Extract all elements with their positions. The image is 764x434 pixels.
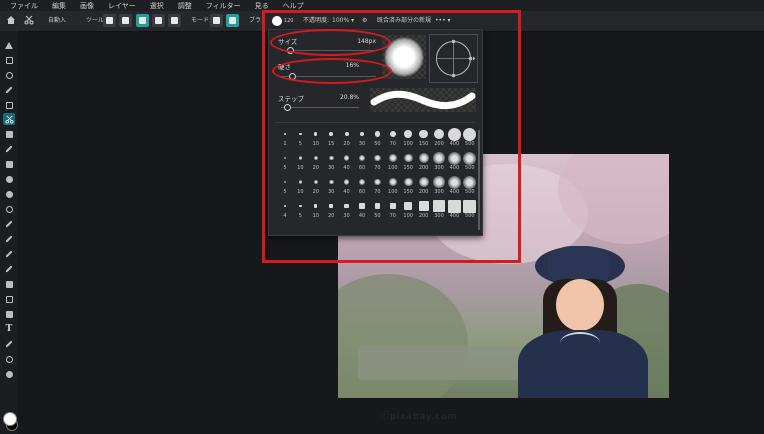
drop-icon[interactable] [3, 173, 15, 185]
tool-option-5-button[interactable] [168, 14, 181, 27]
home-icon[interactable] [6, 15, 16, 27]
bucket-icon[interactable] [3, 278, 15, 290]
mode-label: モード: [191, 17, 212, 24]
gradient-icon[interactable] [3, 293, 15, 305]
tool-option-4-button[interactable] [152, 14, 165, 27]
tool-option-2-button[interactable] [119, 14, 132, 27]
crop-icon[interactable] [3, 99, 15, 111]
eyedropper-icon[interactable] [3, 338, 15, 350]
color-replace-icon[interactable] [3, 263, 15, 275]
menu-edit[interactable]: 編集 [44, 1, 72, 11]
size-highlight-oval [270, 29, 391, 56]
auto-select-label: 自動入 [48, 17, 67, 24]
menu-file[interactable]: ファイル [0, 1, 44, 11]
magic-wand-icon[interactable] [3, 84, 15, 96]
brush-icon[interactable] [3, 233, 15, 245]
select-icon[interactable] [3, 39, 15, 51]
photo-credit: ⓒpixabay.com [380, 412, 458, 422]
text-icon[interactable]: T [3, 323, 15, 335]
bandage-icon[interactable] [3, 143, 15, 155]
pencil-icon[interactable] [3, 218, 15, 230]
mode-1-button[interactable] [210, 14, 223, 27]
menu-image[interactable]: 画像 [72, 1, 100, 11]
eraser-icon[interactable] [3, 248, 15, 260]
mode-2-button[interactable] [226, 14, 239, 27]
collar-line [560, 332, 600, 354]
zoom-icon[interactable] [3, 353, 15, 365]
menu-select[interactable]: 選択 [142, 1, 170, 11]
marquee-icon[interactable] [3, 54, 15, 66]
menu-help[interactable]: ヘルプ [275, 1, 310, 11]
pattern-icon[interactable] [3, 128, 15, 140]
stamp-icon[interactable] [3, 158, 15, 170]
brush-label: ブラ [249, 17, 262, 24]
sponge-icon[interactable] [3, 203, 15, 215]
foreground-color-swatch[interactable] [3, 412, 17, 426]
tools-panel: T [0, 31, 18, 434]
shape-icon[interactable] [3, 308, 15, 320]
menu-adjust[interactable]: 調整 [170, 1, 198, 11]
hand-icon[interactable] [3, 368, 15, 380]
bench [358, 346, 518, 380]
hardness-highlight-oval [272, 58, 392, 84]
face [556, 279, 604, 331]
menu-filter[interactable]: フィルター [198, 1, 247, 11]
dodge-icon[interactable] [3, 188, 15, 200]
menu-layer[interactable]: レイヤー [100, 1, 142, 11]
hat-crown [548, 246, 610, 282]
menu-view[interactable]: 見る [247, 1, 275, 11]
scissors-icon[interactable] [3, 113, 15, 125]
tool-option-brush-button[interactable] [136, 14, 149, 27]
scissors-tool-indicator-icon [24, 15, 34, 27]
tool-option-1-button[interactable] [103, 14, 116, 27]
lasso-icon[interactable] [3, 69, 15, 81]
